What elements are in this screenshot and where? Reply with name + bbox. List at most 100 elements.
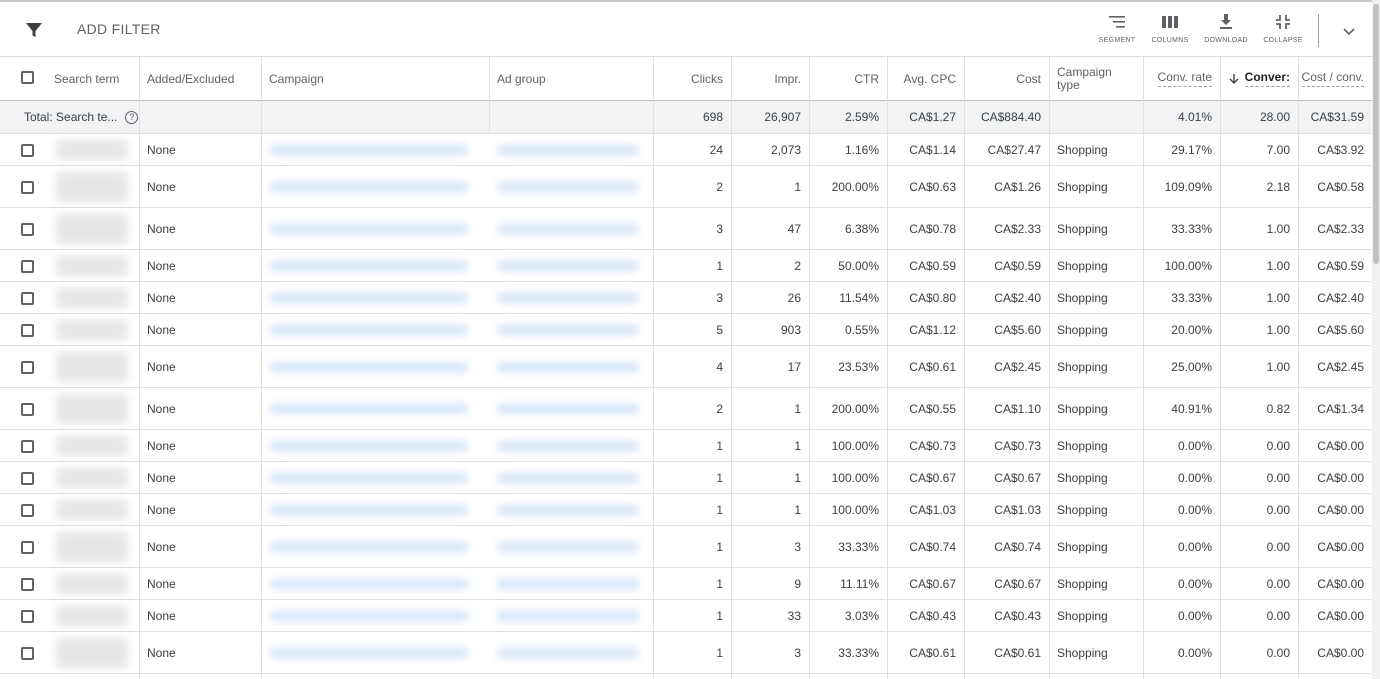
redacted-ad-group-link[interactable] [497, 182, 639, 192]
redacted-campaign-link[interactable] [270, 182, 468, 192]
redacted-campaign-link[interactable] [270, 145, 468, 155]
chevron-down-icon[interactable] [1340, 22, 1358, 40]
row-checkbox[interactable] [21, 471, 34, 485]
table-row[interactable]: None 24 2,073 1.16% CA$1.14 CA$27.47 Shopping 2… [0, 134, 1372, 166]
table-row[interactable]: None 1 1 100.00% CA$0.67 CA$0.67 Shopping 0.00%… [0, 462, 1372, 494]
col-avg-cpc[interactable]: Avg. CPC [887, 57, 964, 100]
table-row[interactable]: None 1 33 3.03% CA$0.43 CA$0.43 Shopping 0.00% 0… [0, 600, 1372, 632]
col-ad-group[interactable]: Ad group [489, 57, 653, 100]
redacted-ad-group-link[interactable] [497, 325, 639, 335]
table-row[interactable]: None 3 26 11.54% CA$0.80 CA$2.40 Shopping 33.33… [0, 282, 1372, 314]
segment-button[interactable]: SEGMENT [1089, 14, 1145, 44]
col-ctr[interactable]: CTR [809, 57, 887, 100]
redacted-ad-group-link[interactable] [497, 648, 639, 658]
table-row[interactable]: None 3 47 6.38% CA$0.78 CA$2.33 Shopping 33.33%… [0, 208, 1372, 250]
table-row[interactable]: None 1 2 50.00% CA$0.59 CA$0.59 Shopping 100.00… [0, 250, 1372, 282]
table-row[interactable]: None 2 1 200.00% CA$0.63 CA$1.26 Shopping 109.0… [0, 166, 1372, 208]
col-added-excluded[interactable]: Added/Excluded [139, 57, 261, 100]
row-checkbox[interactable] [21, 291, 34, 305]
row-checkbox[interactable] [21, 180, 34, 194]
row-impr: 1 [794, 470, 801, 485]
redacted-campaign-link[interactable] [270, 293, 468, 303]
add-filter-button[interactable]: ADD FILTER [77, 21, 161, 37]
row-cost: CA$2.33 [994, 221, 1041, 236]
redacted-campaign-link[interactable] [270, 611, 468, 621]
columns-button[interactable]: COLUMNS [1142, 14, 1198, 44]
redacted-campaign-link[interactable] [270, 473, 468, 483]
row-clicks: 1 [716, 438, 723, 453]
redacted-campaign-link[interactable] [270, 505, 468, 515]
col-campaign-type[interactable]: Campaign type [1049, 57, 1143, 100]
redacted-ad-group-link[interactable] [497, 579, 639, 589]
table-row[interactable]: None 1 1 100.00% CA$0.73 CA$0.73 Shopping 0.00%… [0, 430, 1372, 462]
redacted-ad-group-link[interactable] [497, 362, 639, 372]
row-checkbox[interactable] [21, 439, 34, 453]
row-clicks: 3 [716, 290, 723, 305]
redacted-campaign-link[interactable] [270, 404, 468, 414]
row-checkbox[interactable] [21, 259, 34, 273]
row-impr: 1 [794, 438, 801, 453]
redacted-ad-group-link[interactable] [497, 611, 639, 621]
redacted-ad-group-link[interactable] [497, 224, 639, 234]
redacted-ad-group-link[interactable] [497, 293, 639, 303]
col-cost-per-conv[interactable]: Cost / conv. [1298, 57, 1372, 100]
row-conv-rate: 25.00% [1171, 359, 1212, 374]
row-checkbox[interactable] [21, 323, 34, 337]
table-row[interactable]: None 5 903 0.55% CA$1.12 CA$5.60 Shopping 20.00… [0, 314, 1372, 346]
redacted-campaign-link[interactable] [270, 261, 468, 271]
row-campaign-type: Shopping [1057, 539, 1108, 554]
redacted-search-term [56, 140, 128, 160]
row-checkbox[interactable] [21, 577, 34, 591]
select-all-checkbox[interactable] [21, 71, 34, 84]
segment-label: SEGMENT [1098, 37, 1136, 44]
row-checkbox[interactable] [21, 143, 34, 157]
table-row[interactable]: None 1 1 100.00% CA$1.03 CA$1.03 Shopping 0.00%… [0, 494, 1372, 526]
row-checkbox[interactable] [21, 222, 34, 236]
collapse-button[interactable]: COLLAPSE [1255, 14, 1311, 44]
redacted-ad-group-link[interactable] [497, 505, 639, 515]
col-search-term[interactable]: Search term [46, 57, 140, 100]
row-avg-cpc: CA$0.78 [909, 221, 956, 236]
redacted-campaign-link[interactable] [270, 542, 468, 552]
row-checkbox[interactable] [21, 402, 34, 416]
redacted-ad-group-link[interactable] [497, 473, 639, 483]
redacted-ad-group-link[interactable] [497, 542, 639, 552]
row-avg-cpc: CA$0.74 [909, 539, 956, 554]
help-icon[interactable]: ? [125, 110, 139, 124]
redacted-campaign-link[interactable] [270, 441, 468, 451]
row-ctr: 33.33% [838, 539, 879, 554]
row-checkbox[interactable] [21, 646, 34, 660]
table-row[interactable]: None 1 9 11.11% CA$0.67 CA$0.67 Shopping 0.00% 0… [0, 568, 1372, 600]
table-row[interactable]: None 1 3 33.33% CA$0.61 CA$0.61 Shopping 0.00% 0… [0, 632, 1372, 674]
table-row[interactable]: None 4 17 23.53% CA$0.61 CA$2.45 Shopping 25.00… [0, 346, 1372, 388]
column-divider [1298, 57, 1299, 679]
table-row[interactable]: None 2 1 200.00% CA$0.55 CA$1.10 Shopping 40.91… [0, 388, 1372, 430]
redacted-campaign-link[interactable] [270, 325, 468, 335]
filter-icon[interactable] [24, 20, 44, 40]
row-checkbox[interactable] [21, 360, 34, 374]
redacted-campaign-link[interactable] [270, 579, 468, 589]
row-cost: CA$1.03 [994, 502, 1041, 517]
row-added-excluded: None [147, 576, 176, 591]
row-checkbox[interactable] [21, 540, 34, 554]
scrollbar-thumb[interactable] [1373, 4, 1379, 264]
download-button[interactable]: DOWNLOAD [1198, 14, 1254, 44]
col-conversions[interactable]: Conver: [1220, 57, 1298, 100]
col-campaign[interactable]: Campaign [261, 57, 489, 100]
row-checkbox[interactable] [21, 609, 34, 623]
redacted-ad-group-link[interactable] [497, 261, 639, 271]
col-clicks[interactable]: Clicks [653, 57, 731, 100]
col-conv-rate[interactable]: Conv. rate [1143, 57, 1220, 100]
row-avg-cpc: CA$0.55 [909, 401, 956, 416]
redacted-campaign-link[interactable] [270, 648, 468, 658]
col-impr[interactable]: Impr. [731, 57, 809, 100]
redacted-ad-group-link[interactable] [497, 404, 639, 414]
row-impr: 3 [794, 645, 801, 660]
redacted-campaign-link[interactable] [270, 362, 468, 372]
redacted-ad-group-link[interactable] [497, 145, 639, 155]
redacted-ad-group-link[interactable] [497, 441, 639, 451]
row-checkbox[interactable] [21, 503, 34, 517]
table-row[interactable]: None 1 3 33.33% CA$0.74 CA$0.74 Shopping 0.00% 0… [0, 526, 1372, 568]
col-cost[interactable]: Cost [964, 57, 1049, 100]
redacted-campaign-link[interactable] [270, 224, 468, 234]
